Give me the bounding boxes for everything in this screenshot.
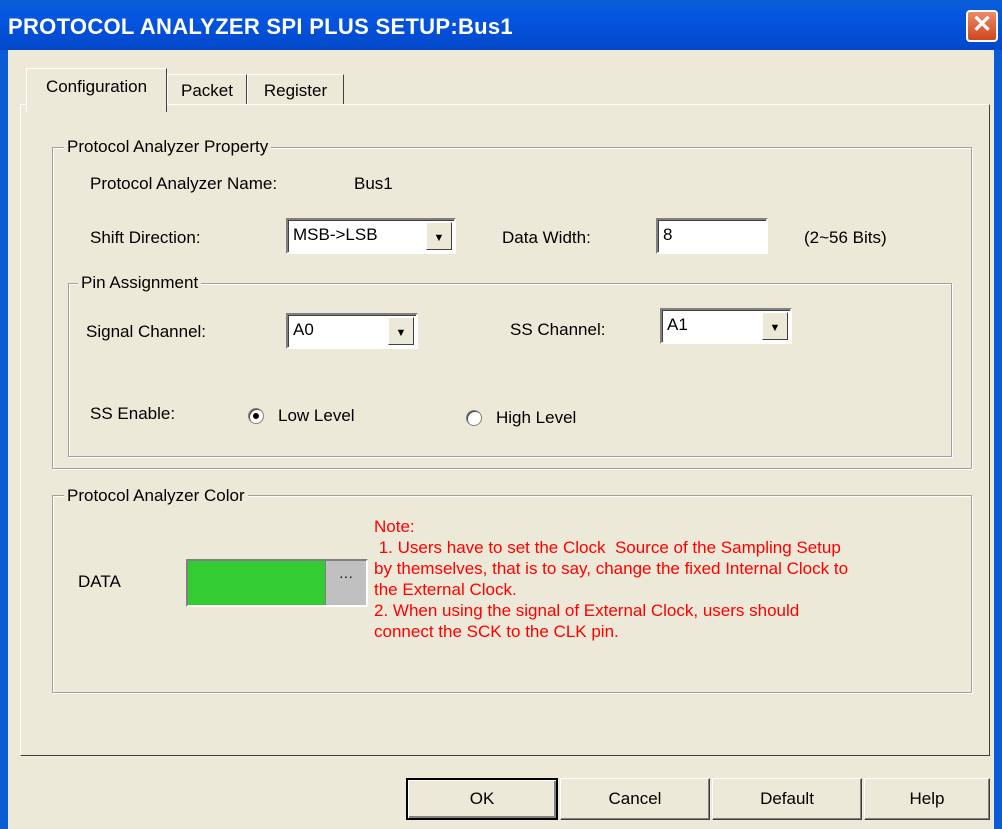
ss-channel-value: A1 <box>667 315 688 334</box>
data-width-field[interactable]: 8 <box>656 218 768 254</box>
tab-configuration-label: Configuration <box>45 77 148 96</box>
note-line: Note: <box>374 517 415 536</box>
ss-enable-label: SS Enable: <box>90 404 176 423</box>
tab-configuration[interactable]: Configuration <box>26 68 167 112</box>
chevron-down-icon[interactable]: ▼ <box>388 317 414 345</box>
ss-channel-label: SS Channel: <box>510 320 606 339</box>
data-color-picker[interactable]: ··· <box>186 559 368 607</box>
tab-packet[interactable]: Packet <box>167 74 247 105</box>
note-line: by themselves, that is to say, change th… <box>374 559 849 578</box>
radio-selected-dot <box>253 413 259 419</box>
note-line: the External Clock. <box>374 580 517 599</box>
data-width-label: Data Width: <box>502 228 591 247</box>
radio-high-level[interactable] <box>466 410 482 426</box>
tab-packet-label: Packet <box>181 81 233 100</box>
signal-channel-value: A0 <box>293 320 314 339</box>
data-width-hint: (2~56 Bits) <box>804 228 887 247</box>
shift-direction-label: Shift Direction: <box>90 228 201 247</box>
data-color-label: DATA <box>78 572 121 591</box>
note-line: 1. Users have to set the Clock Source of… <box>374 538 841 557</box>
note-text: Note: 1. Users have to set the Clock Sou… <box>374 516 974 642</box>
window-frame-right <box>994 50 1002 829</box>
signal-channel-label: Signal Channel: <box>86 322 207 341</box>
default-button[interactable]: Default <box>712 778 862 820</box>
tab-register[interactable]: Register <box>247 74 344 105</box>
pin-assignment-legend: Pin Assignment <box>78 273 202 293</box>
data-width-value: 8 <box>663 225 673 244</box>
data-color-swatch[interactable] <box>188 561 325 605</box>
window-frame-left <box>0 50 8 829</box>
pin-assignment-groupbox <box>68 283 952 457</box>
close-button[interactable]: ✕ <box>966 10 998 42</box>
chevron-down-icon[interactable]: ▼ <box>762 312 788 340</box>
analyzer-name-label: Protocol Analyzer Name: <box>90 174 278 193</box>
close-icon: ✕ <box>971 11 993 38</box>
title-bar: PROTOCOL ANALYZER SPI PLUS SETUP:Bus1 ✕ <box>0 0 1002 50</box>
property-legend: Protocol Analyzer Property <box>64 137 272 157</box>
signal-channel-select[interactable]: A0 ▼ <box>286 313 418 349</box>
radio-low-level[interactable] <box>248 408 264 424</box>
ss-channel-select[interactable]: A1 ▼ <box>660 308 792 344</box>
cancel-button[interactable]: Cancel <box>560 778 710 820</box>
window-title: PROTOCOL ANALYZER SPI PLUS SETUP:Bus1 <box>8 14 513 39</box>
ok-button[interactable]: OK <box>406 778 558 820</box>
ellipsis-icon[interactable]: ··· <box>325 561 366 605</box>
shift-direction-select[interactable]: MSB->LSB ▼ <box>286 218 456 254</box>
chevron-down-icon[interactable]: ▼ <box>426 222 452 250</box>
tab-register-label: Register <box>263 81 328 100</box>
note-line: connect the SCK to the CLK pin. <box>374 622 619 641</box>
color-legend: Protocol Analyzer Color <box>64 486 248 506</box>
radio-high-level-label[interactable]: High Level <box>496 408 576 428</box>
note-line: 2. When using the signal of External Clo… <box>374 601 800 620</box>
help-button[interactable]: Help <box>864 778 990 820</box>
shift-direction-value: MSB->LSB <box>293 225 378 244</box>
radio-low-level-label[interactable]: Low Level <box>278 406 355 426</box>
analyzer-name-value: Bus1 <box>354 174 393 193</box>
